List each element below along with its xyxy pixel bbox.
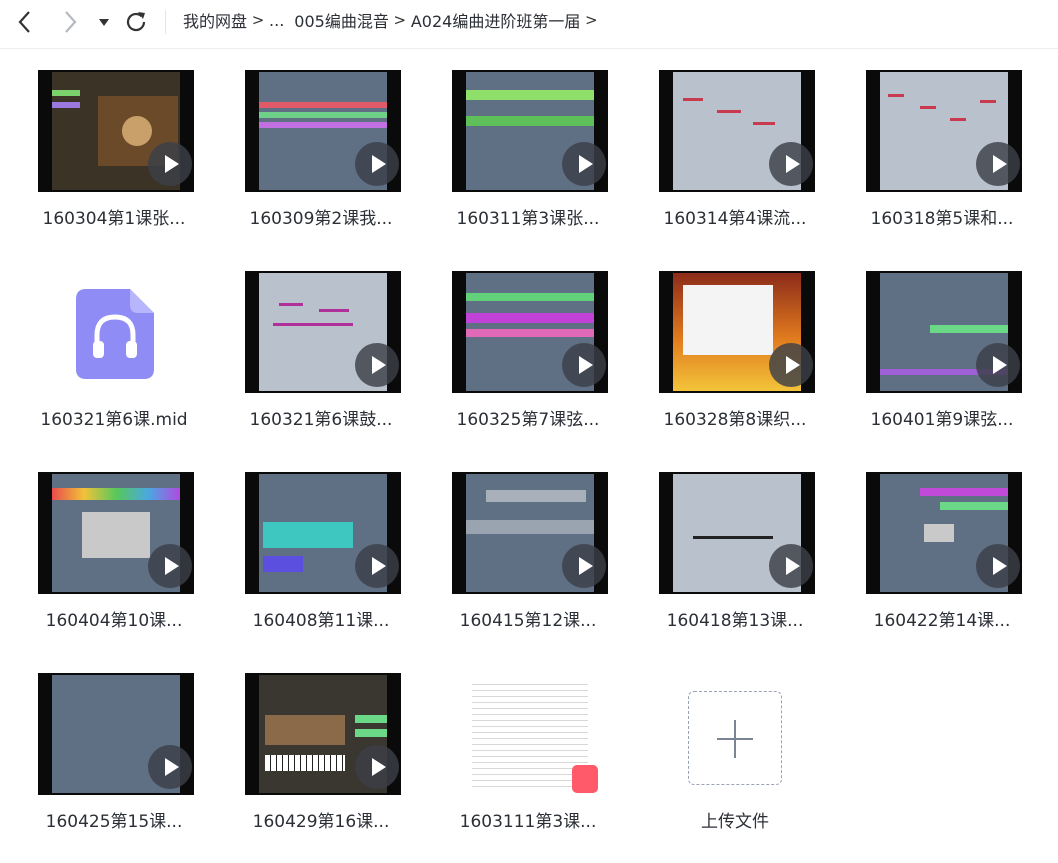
video-thumbnail: [245, 673, 401, 795]
play-icon[interactable]: [148, 142, 192, 186]
video-thumbnail: [866, 472, 1022, 594]
file-name: 160425第15课...: [45, 812, 183, 832]
file-name: 1603111第3课...: [459, 812, 597, 832]
file-name: 160404第10课...: [45, 611, 183, 631]
video-thumbnail: [452, 472, 608, 594]
caret-down-icon: [99, 19, 109, 26]
play-icon[interactable]: [355, 142, 399, 186]
file-name: 160321第6课.mid: [40, 410, 188, 430]
file-tile[interactable]: 160304第1课张...: [19, 70, 209, 260]
play-icon[interactable]: [355, 343, 399, 387]
video-thumbnail: [866, 271, 1022, 393]
play-icon[interactable]: [148, 544, 192, 588]
file-tile[interactable]: 160408第11课...: [226, 472, 416, 662]
file-tile[interactable]: 160401第9课弦...: [847, 271, 1037, 461]
back-button[interactable]: [10, 8, 40, 36]
video-thumbnail: [659, 70, 815, 192]
toolbar-divider: [165, 10, 166, 34]
play-icon[interactable]: [562, 142, 606, 186]
video-thumbnail: [245, 472, 401, 594]
video-thumbnail: [38, 472, 194, 594]
play-icon[interactable]: [769, 343, 813, 387]
upload-tile[interactable]: 上传文件: [640, 673, 830, 863]
file-name: 160314第4课流...: [663, 209, 807, 229]
file-name: 160422第14课...: [873, 611, 1011, 631]
chevron-right-icon: >: [393, 11, 407, 29]
file-tile[interactable]: 160311第3课张...: [433, 70, 623, 260]
file-tile[interactable]: 160422第14课...: [847, 472, 1037, 662]
pdf-icon: [572, 765, 598, 793]
breadcrumb: 我的网盘 > ... 005编曲混音 > A024编曲进阶班第一届 >: [183, 8, 602, 32]
file-tile[interactable]: 160425第15课...: [19, 673, 209, 863]
forward-button[interactable]: [56, 8, 86, 36]
file-tile[interactable]: 160325第7课弦...: [433, 271, 623, 461]
play-icon[interactable]: [562, 343, 606, 387]
file-tile[interactable]: 160314第4课流...: [640, 70, 830, 260]
play-icon[interactable]: [355, 745, 399, 789]
breadcrumb-item[interactable]: 005编曲混音: [294, 8, 389, 32]
file-name: 160408第11课...: [252, 611, 390, 631]
file-name: 160401第9课弦...: [870, 410, 1014, 430]
play-icon[interactable]: [148, 745, 192, 789]
file-name: 160429第16课...: [252, 812, 390, 832]
play-icon[interactable]: [355, 544, 399, 588]
video-thumbnail: [38, 70, 194, 192]
breadcrumb-ellipsis[interactable]: ...: [269, 11, 284, 30]
play-icon[interactable]: [769, 544, 813, 588]
chevron-left-icon: [18, 11, 30, 33]
history-dropdown-button[interactable]: [92, 8, 116, 36]
file-name: 160311第3课张...: [456, 209, 600, 229]
chevron-right-icon: >: [585, 11, 598, 29]
file-tile[interactable]: 160309第2课我...: [226, 70, 416, 260]
file-tile[interactable]: 160429第16课...: [226, 673, 416, 863]
file-name: 160325第7课弦...: [456, 410, 600, 430]
file-tile[interactable]: 1603111第3课...: [433, 673, 623, 863]
play-icon[interactable]: [976, 142, 1020, 186]
video-thumbnail: [452, 271, 608, 393]
file-tile[interactable]: 160321第6课.mid: [19, 271, 209, 461]
video-thumbnail: [659, 472, 815, 594]
file-name: 160318第5课和...: [870, 209, 1014, 229]
file-name: 160415第12课...: [459, 611, 597, 631]
refresh-icon: [126, 12, 146, 32]
video-thumbnail: [245, 271, 401, 393]
headphones-icon: [76, 289, 154, 379]
refresh-button[interactable]: [122, 8, 152, 36]
pdf-thumbnail: [452, 673, 608, 795]
video-thumbnail: [866, 70, 1022, 192]
top-navigation-bar: 我的网盘 > ... 005编曲混音 > A024编曲进阶班第一届 >: [0, 0, 1058, 49]
file-tile[interactable]: 160318第5课和...: [847, 70, 1037, 260]
file-name: 160418第13课...: [666, 611, 804, 631]
file-name: 160328第8课织...: [663, 410, 807, 430]
video-thumbnail: [452, 70, 608, 192]
upload-label: 上传文件: [701, 812, 769, 832]
chevron-right-icon: >: [251, 11, 265, 29]
file-tile[interactable]: 160418第13课...: [640, 472, 830, 662]
file-name: 160321第6课鼓...: [249, 410, 393, 430]
play-icon[interactable]: [562, 544, 606, 588]
video-thumbnail: [659, 271, 815, 393]
breadcrumb-current[interactable]: A024编曲进阶班第一届: [411, 8, 581, 32]
play-icon[interactable]: [976, 544, 1020, 588]
file-name: 160309第2课我...: [249, 209, 393, 229]
chevron-right-icon: [65, 11, 77, 33]
file-tile[interactable]: 160415第12课...: [433, 472, 623, 662]
play-icon[interactable]: [976, 343, 1020, 387]
file-tile[interactable]: 160328第8课织...: [640, 271, 830, 461]
file-tile[interactable]: 160404第10课...: [19, 472, 209, 662]
breadcrumb-item[interactable]: 我的网盘: [183, 8, 247, 32]
video-thumbnail: [245, 70, 401, 192]
video-thumbnail: [38, 673, 194, 795]
plus-icon[interactable]: [688, 691, 782, 785]
file-tile[interactable]: 160321第6课鼓...: [226, 271, 416, 461]
file-name: 160304第1课张...: [42, 209, 186, 229]
play-icon[interactable]: [769, 142, 813, 186]
